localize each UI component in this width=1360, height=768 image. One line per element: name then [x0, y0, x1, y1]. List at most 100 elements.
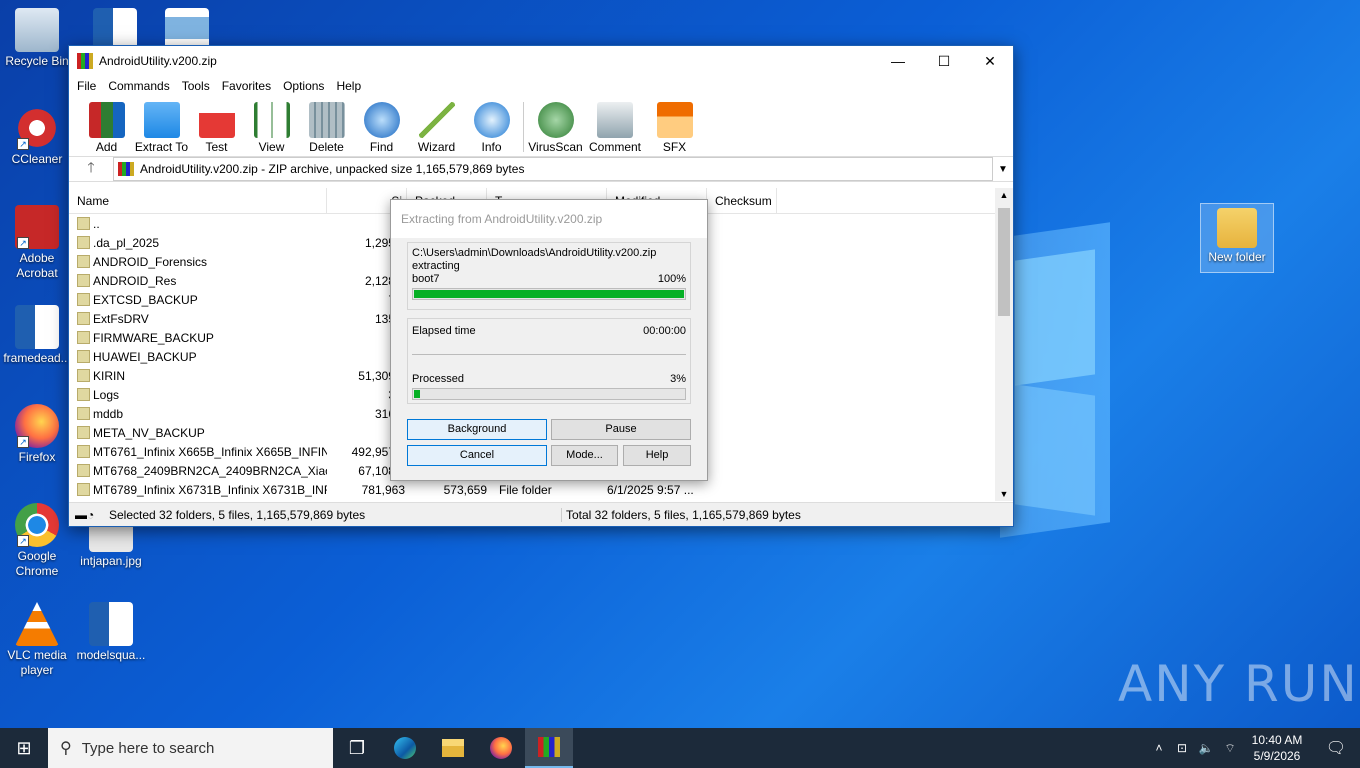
chevron-up-icon[interactable]: ˄ — [1148, 741, 1170, 755]
scroll-up-icon[interactable]: ▲ — [995, 188, 1013, 202]
dialog-title[interactable]: Extracting from AndroidUtility.v200.zip — [391, 200, 707, 238]
folder-icon — [77, 217, 90, 230]
taskbar: ⊞ ⚲ Type here to search ❐ ˄ ⊡ 🔈 ⌔ 10:40 … — [0, 728, 1360, 768]
folder-icon — [77, 255, 90, 268]
word-doc-icon — [15, 305, 59, 349]
menu-file[interactable]: File — [71, 76, 102, 96]
edge-icon[interactable] — [381, 728, 429, 768]
file-name: ANDROID_Res — [93, 273, 177, 288]
toolbar-label: Test — [205, 140, 228, 154]
file-name: .. — [93, 216, 100, 231]
desktop-icon-ccleaner[interactable]: ↗ CCleaner — [0, 106, 74, 167]
toolbar-find-button[interactable]: Find — [354, 102, 409, 154]
ccleaner-icon: ↗ — [15, 106, 59, 150]
scrollbar-thumb[interactable] — [998, 208, 1010, 316]
winrar-taskbar-icon[interactable] — [525, 728, 573, 768]
menu-help[interactable]: Help — [330, 76, 367, 96]
folder-icon — [77, 350, 90, 363]
file-name-cell: .da_pl_2025 — [69, 236, 327, 250]
help-button[interactable]: Help — [623, 445, 691, 466]
cancel-button[interactable]: Cancel — [407, 445, 547, 466]
folder-icon — [1217, 208, 1257, 248]
chrome-icon: ↗ — [15, 503, 59, 547]
task-view-icon[interactable]: ❐ — [333, 728, 381, 768]
file-name: EXTCSD_BACKUP — [93, 292, 198, 307]
toolbar-virusscan-button[interactable]: VirusScan — [528, 102, 583, 154]
toolbar-info-button[interactable]: Info — [464, 102, 519, 154]
start-button[interactable]: ⊞ — [0, 728, 48, 768]
column-checksum[interactable]: Checksum — [707, 188, 777, 214]
maximize-button[interactable]: ☐ — [921, 46, 967, 76]
scroll-down-icon[interactable]: ▼ — [995, 487, 1013, 501]
toolbar-add-button[interactable]: Add — [79, 102, 134, 154]
notification-icon[interactable]: 🗨 — [1312, 738, 1360, 758]
desktop-icon-acrobat[interactable]: ↗ Adobe Acrobat — [0, 205, 74, 281]
toolbar-label: Add — [95, 140, 118, 154]
file-explorer-icon[interactable] — [429, 728, 477, 768]
file-name-cell: ANDROID_Res — [69, 274, 327, 288]
clock[interactable]: 10:40 AM 5/9/2026 — [1242, 732, 1312, 764]
toolbar-wizard-button[interactable]: Wizard — [409, 102, 464, 154]
toolbar-view-button[interactable]: View — [244, 102, 299, 154]
desktop-icon-modelsqua[interactable]: modelsqua... — [74, 602, 148, 663]
folder-icon — [77, 369, 90, 382]
folder-icon — [77, 274, 90, 287]
elapsed-time-value: 00:00:00 — [643, 325, 686, 337]
file-name-cell: ExtFsDRV — [69, 312, 327, 326]
toolbar-label: VirusScan — [528, 140, 583, 154]
firefox-taskbar-icon[interactable] — [477, 728, 525, 768]
chevron-down-icon[interactable]: ▼ — [993, 164, 1013, 175]
virusscan-icon — [537, 102, 574, 138]
column-name[interactable]: Name — [69, 188, 327, 214]
title-bar[interactable]: AndroidUtility.v200.zip — ☐ ✕ — [69, 46, 1013, 76]
file-name: MT6789_Infinix X6731B_Infinix X6731B_INF… — [93, 482, 327, 497]
test-icon — [198, 102, 235, 138]
folder-icon — [77, 426, 90, 439]
mode-button[interactable]: Mode... — [551, 445, 618, 466]
desktop-icon-recycle-bin[interactable]: Recycle Bin — [0, 8, 74, 69]
background-button[interactable]: Background — [407, 419, 547, 440]
anyrun-watermark: ANY RUN — [1118, 655, 1359, 713]
desktop-icon-firefox[interactable]: ↗ Firefox — [0, 404, 74, 465]
folder-icon — [77, 331, 90, 344]
search-box[interactable]: ⚲ Type here to search — [48, 728, 333, 768]
menu-tools[interactable]: Tools — [176, 76, 216, 96]
minimize-button[interactable]: — — [875, 46, 921, 76]
desktop-icon-chrome[interactable]: ↗ Google Chrome — [0, 503, 74, 579]
desktop-icon-framedead[interactable]: framedead... — [0, 305, 74, 366]
desktop-icon-label: Google Chrome — [15, 549, 59, 578]
extract-progress-dialog: Extracting from AndroidUtility.v200.zip … — [390, 199, 708, 481]
file-row[interactable]: MT6789_Infinix X6731B_Infinix X6731B_INF… — [69, 480, 997, 499]
network-icon[interactable]: ⊡ — [1170, 741, 1194, 755]
wifi-icon[interactable]: ⌔ — [1218, 741, 1242, 756]
archive-path-text: AndroidUtility.v200.zip - ZIP archive, u… — [140, 162, 525, 176]
menu-options[interactable]: Options — [277, 76, 330, 96]
desktop-icon-label: Adobe Acrobat — [16, 251, 58, 280]
desktop-icon-new-folder[interactable]: New folder — [1200, 203, 1274, 273]
toolbar-delete-button[interactable]: Delete — [299, 102, 354, 154]
file-name: .da_pl_2025 — [93, 235, 160, 250]
folder-icon — [77, 388, 90, 401]
file-name-cell: EXTCSD_BACKUP — [69, 293, 327, 307]
desktop-icon-vlc[interactable]: VLC media player — [0, 602, 74, 678]
toolbar-sfx-button[interactable]: SFX — [647, 102, 702, 154]
file-name: ANDROID_Forensics — [93, 254, 208, 269]
file-modified: 6/1/2025 9:57 ... — [607, 482, 694, 497]
archive-path-field[interactable]: AndroidUtility.v200.zip - ZIP archive, u… — [113, 157, 993, 181]
pause-button[interactable]: Pause — [551, 419, 691, 440]
toolbar-comment-button[interactable]: Comment — [583, 102, 647, 154]
find-icon — [363, 102, 400, 138]
toolbar-label: Delete — [309, 140, 344, 154]
close-button[interactable]: ✕ — [967, 46, 1013, 76]
menu-commands[interactable]: Commands — [102, 76, 175, 96]
toolbar-extract-to-button[interactable]: Extract To — [134, 102, 189, 154]
file-name: MT6761_Infinix X665B_Infinix X665B_INFIN… — [93, 444, 327, 459]
up-arrow-icon[interactable]: 🡑 — [69, 157, 113, 181]
menu-bar: File Commands Tools Favorites Options He… — [69, 76, 1013, 96]
desktop-icon-label: Recycle Bin — [5, 54, 69, 68]
volume-icon[interactable]: 🔈 — [1194, 741, 1218, 755]
vertical-scrollbar[interactable]: ▲ ▼ — [995, 188, 1013, 501]
file-name-cell: mddb — [69, 407, 327, 421]
menu-favorites[interactable]: Favorites — [216, 76, 277, 96]
toolbar-test-button[interactable]: Test — [189, 102, 244, 154]
